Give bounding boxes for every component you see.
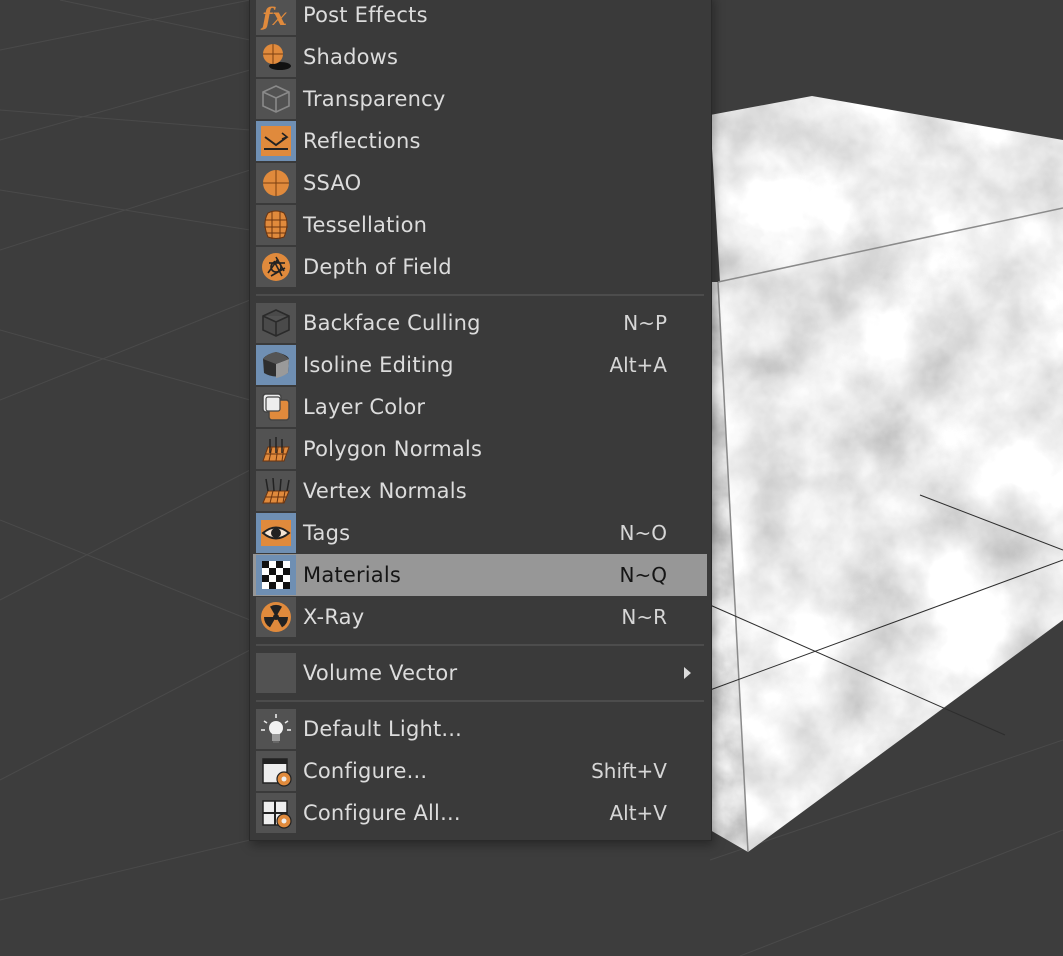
blank-icon-graphic [260,657,292,689]
menu-item-label: Polygon Normals [303,437,483,461]
menu-separator [256,644,704,646]
menu-item-reflections[interactable]: Reflections [253,120,707,162]
menu-item-tags[interactable]: Tags N~O [253,512,707,554]
menu-item-label: X-Ray [303,605,365,629]
menu-item-backface-culling[interactable]: Backface Culling N~P [253,302,707,344]
menu-item-label: Materials [303,563,402,587]
radiation-icon-graphic [261,602,291,632]
menu-item-label: Isoline Editing [303,353,454,377]
menu-item-label: Depth of Field [303,255,452,279]
ssao-sphere-icon [256,163,296,203]
menu-item-label: Reflections [303,129,421,153]
menu-item-configure[interactable]: Configure... Shift+V [253,750,707,792]
menu-item-shortcut: N~Q [619,563,667,587]
menu-item-label: SSAO [303,171,362,195]
display-filter-menu: fx Post Effects Shadows Transparency Reflect… [249,0,712,841]
configure-gear-icon-graphic [262,758,292,787]
menu-item-transparency[interactable]: Transparency [253,78,707,120]
menu-item-vertex-normals[interactable]: Vertex Normals [253,470,707,512]
menu-item-label: Shadows [303,45,399,69]
polygon-normals-icon-graphic [262,437,290,462]
eye-icon [256,513,296,553]
menu-item-shortcut: N~O [619,521,667,545]
menu-item-label: Default Light... [303,717,463,741]
transparency-cube-icon-graphic [262,85,290,113]
submenu-arrow-icon [684,667,691,679]
menu-item-x-ray[interactable]: X-Ray N~R [253,596,707,638]
menu-item-label: Transparency [303,87,446,111]
backface-cube-icon-graphic [262,309,290,337]
blank-icon [256,653,296,693]
menu-item-volume-vector[interactable]: Volume Vector [253,652,707,694]
menu-item-label: Tessellation [303,213,428,237]
layer-color-icon [256,387,296,427]
menu-separator [256,700,704,702]
menu-item-label: Volume Vector [303,661,458,685]
menu-item-isoline-editing[interactable]: Isoline Editing Alt+A [253,344,707,386]
transparency-cube-icon [256,79,296,119]
shadows-icon-graphic [263,44,291,70]
checkerboard-icon-graphic [262,561,290,589]
menu-item-label: Vertex Normals [303,479,467,503]
menu-item-ssao[interactable]: SSAO [253,162,707,204]
configure-all-gear-icon [256,793,296,833]
menu-item-layer-color[interactable]: Layer Color [253,386,707,428]
fx-icon: fx [256,0,296,35]
svg-text:fx: fx [260,2,287,31]
reflections-icon [256,121,296,161]
checkerboard-icon [256,555,296,595]
aperture-icon [256,247,296,287]
menu-item-shadows[interactable]: Shadows [253,36,707,78]
menu-item-shortcut: Alt+A [609,353,667,377]
menu-item-polygon-normals[interactable]: Polygon Normals [253,428,707,470]
menu-item-shortcut: N~R [621,605,667,629]
menu-item-materials[interactable]: Materials N~Q [253,554,707,596]
shadows-icon [256,37,296,77]
eye-icon-graphic [261,520,291,546]
aperture-icon-graphic [262,253,290,281]
menu-item-label: Configure All... [303,801,461,825]
menu-item-label: Layer Color [303,395,426,419]
menu-item-configure-all[interactable]: Configure All... Alt+V [253,792,707,834]
layer-color-icon-graphic [262,393,290,421]
menu-item-shortcut: Alt+V [609,801,667,825]
fx-icon-graphic: fx [260,2,287,31]
ssao-sphere-icon-graphic [263,170,289,196]
tessellation-icon-graphic [264,210,288,239]
menu-item-label: Backface Culling [303,311,481,335]
polygon-normals-icon [256,429,296,469]
vertex-normals-icon [256,471,296,511]
configure-gear-icon [256,751,296,791]
menu-item-label: Configure... [303,759,428,783]
lightbulb-icon [256,709,296,749]
menu-item-depth-of-field[interactable]: Depth of Field [253,246,707,288]
menu-item-tessellation[interactable]: Tessellation [253,204,707,246]
lightbulb-icon-graphic [261,714,291,743]
backface-cube-icon [256,303,296,343]
configure-all-gear-icon-graphic [262,800,292,829]
radiation-icon [256,597,296,637]
menu-item-post-effects[interactable]: fx Post Effects [253,0,707,36]
menu-item-shortcut: Shift+V [591,759,667,783]
menu-item-shortcut: N~P [623,311,667,335]
tessellation-icon [256,205,296,245]
isoline-cube-icon [256,345,296,385]
menu-item-default-light[interactable]: Default Light... [253,708,707,750]
vertex-normals-icon-graphic [262,477,290,504]
menu-separator [256,294,704,296]
menu-item-label: Post Effects [303,3,428,27]
reflections-icon-graphic [261,126,291,156]
menu-item-label: Tags [303,521,351,545]
isoline-cube-icon-graphic [263,352,289,378]
